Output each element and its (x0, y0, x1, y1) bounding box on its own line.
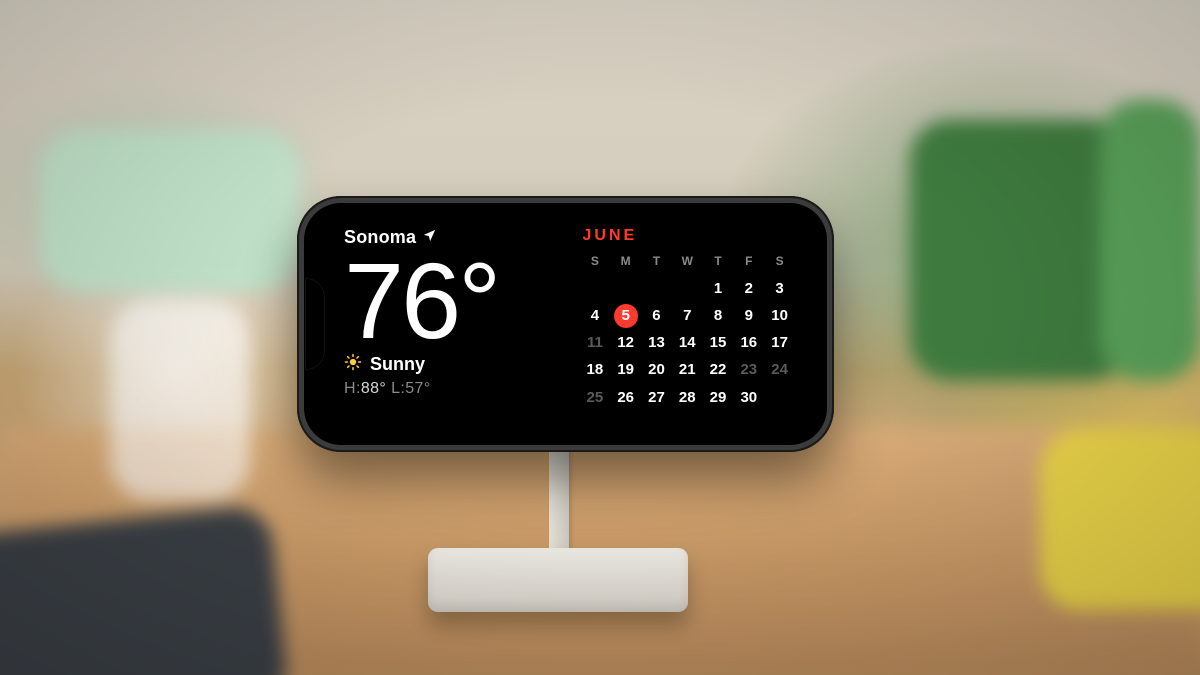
calendar-day[interactable]: 11 (580, 329, 611, 356)
calendar-day[interactable]: 14 (672, 329, 703, 356)
calendar-week-row: 11121314151617 (580, 329, 796, 356)
weather-temperature: 76° (344, 250, 570, 353)
calendar-day[interactable]: 15 (703, 329, 734, 356)
weather-low-value: 57° (405, 380, 430, 397)
charging-stand-pole (549, 438, 569, 562)
calendar-day[interactable]: 30 (733, 383, 764, 411)
calendar-day[interactable]: 2 (733, 274, 764, 302)
weather-high-low: H:88° L:57° (344, 380, 570, 398)
calendar-day (610, 274, 641, 302)
calendar-day[interactable]: 25 (580, 383, 611, 411)
calendar-day[interactable]: 4 (580, 302, 611, 329)
calendar-day[interactable]: 6 (641, 302, 672, 329)
calendar-day[interactable]: 21 (672, 356, 703, 383)
calendar-day[interactable]: 12 (610, 329, 641, 356)
charging-stand-base (428, 548, 688, 612)
calendar-day[interactable]: 7 (672, 302, 703, 329)
dynamic-island (306, 279, 324, 369)
calendar-day[interactable]: 24 (764, 356, 795, 383)
calendar-day[interactable]: 8 (703, 302, 734, 329)
weather-condition-row: Sunny (344, 353, 570, 376)
calendar-weekday: F (733, 251, 764, 274)
calendar-day[interactable]: 1 (703, 274, 734, 302)
sun-icon (344, 353, 362, 376)
calendar-day[interactable]: 22 (703, 356, 734, 383)
calendar-day (580, 274, 611, 302)
calendar-widget[interactable]: JUNE S M T W T F S 1234567891011121 (570, 225, 796, 425)
calendar-day (672, 274, 703, 302)
calendar-day[interactable]: 26 (610, 383, 641, 411)
calendar-weekday-row: S M T W T F S (580, 251, 796, 274)
calendar-day (641, 274, 672, 302)
calendar-day[interactable]: 16 (733, 329, 764, 356)
calendar-weekday: M (610, 251, 641, 274)
calendar-day[interactable]: 10 (764, 302, 795, 329)
product-photo-scene: Sonoma 76° Sunny H:88° (0, 0, 1200, 675)
calendar-week-row: 45678910 (580, 302, 796, 329)
calendar-day[interactable]: 27 (641, 383, 672, 411)
calendar-day[interactable]: 28 (672, 383, 703, 411)
calendar-weekday: T (641, 251, 672, 274)
calendar-day[interactable]: 9 (733, 302, 764, 329)
calendar-grid: S M T W T F S 12345678910111213141516171… (580, 251, 796, 411)
calendar-week-row: 252627282930 (580, 383, 796, 411)
calendar-day[interactable]: 13 (641, 329, 672, 356)
calendar-day[interactable]: 5 (610, 302, 641, 329)
calendar-weekday: S (764, 251, 795, 274)
calendar-day (764, 383, 795, 411)
calendar-week-row: 123 (580, 274, 796, 302)
weather-low-label: L: (391, 380, 405, 397)
weather-condition-text: Sunny (370, 354, 425, 375)
iphone-device: Sonoma 76° Sunny H:88° (297, 196, 834, 452)
calendar-week-row: 18192021222324 (580, 356, 796, 383)
calendar-day[interactable]: 17 (764, 329, 795, 356)
calendar-weekday: W (672, 251, 703, 274)
calendar-day[interactable]: 23 (733, 356, 764, 383)
weather-high-label: H: (344, 380, 361, 397)
calendar-day[interactable]: 18 (580, 356, 611, 383)
standby-screen[interactable]: Sonoma 76° Sunny H:88° (306, 205, 825, 443)
calendar-day[interactable]: 19 (610, 356, 641, 383)
weather-widget[interactable]: Sonoma 76° Sunny H:88° (344, 225, 570, 425)
calendar-month-label: JUNE (583, 227, 796, 245)
calendar-weekday: S (580, 251, 611, 274)
calendar-day[interactable]: 20 (641, 356, 672, 383)
calendar-day[interactable]: 3 (764, 274, 795, 302)
calendar-day[interactable]: 29 (703, 383, 734, 411)
weather-high-value: 88° (361, 380, 386, 397)
calendar-weekday: T (703, 251, 734, 274)
